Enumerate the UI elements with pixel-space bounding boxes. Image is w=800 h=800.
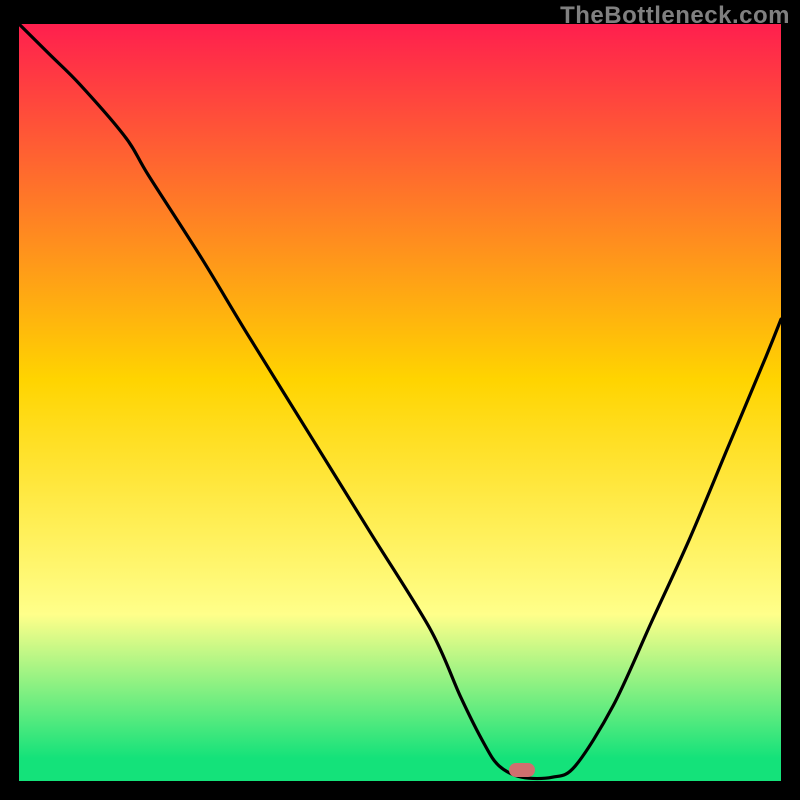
heat-gradient [19,24,781,781]
plot-area [19,24,781,781]
marker-dot [509,763,535,777]
chart-frame: TheBottleneck.com [0,0,800,800]
watermark-text: TheBottleneck.com [560,2,790,30]
